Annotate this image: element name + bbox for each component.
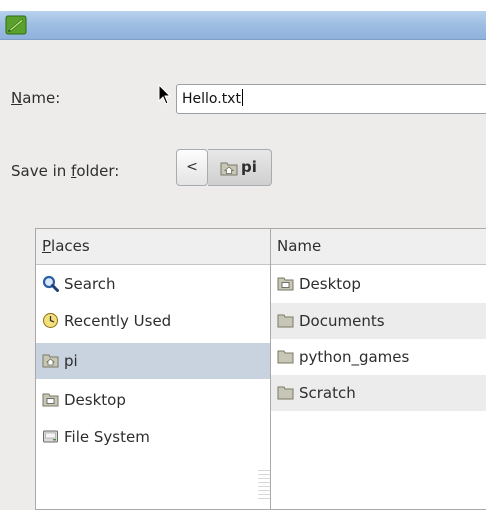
save-in-folder-label: Save in folder: bbox=[11, 162, 120, 180]
places-item-desktop[interactable]: Desktop bbox=[36, 382, 271, 418]
files-pane[interactable]: Name Desktop Documents python_games Scra… bbox=[270, 228, 486, 510]
places-header[interactable]: Places bbox=[36, 229, 271, 265]
title-bar[interactable] bbox=[0, 11, 486, 40]
home-folder-icon bbox=[220, 162, 238, 176]
filename-input[interactable]: Hello.txt bbox=[176, 84, 486, 114]
folder-icon bbox=[277, 350, 294, 364]
places-item-recently-used[interactable]: Recently Used bbox=[36, 303, 271, 339]
leafpad-app-icon bbox=[5, 15, 27, 35]
text-caret bbox=[241, 89, 243, 106]
path-button-pi[interactable]: pi bbox=[208, 149, 272, 186]
places-pane[interactable]: Places Search Recently Used pi Desktop F… bbox=[35, 228, 272, 510]
chevron-left-icon: < bbox=[186, 159, 198, 175]
path-button-label: pi bbox=[241, 158, 257, 176]
name-column-header[interactable]: Name bbox=[271, 229, 486, 265]
filename-value: Hello.txt bbox=[182, 91, 241, 107]
home-folder-icon bbox=[42, 354, 59, 368]
magnifier-icon bbox=[42, 275, 59, 292]
folder-icon bbox=[277, 386, 294, 400]
pane-resize-handle[interactable] bbox=[258, 470, 270, 499]
clock-icon bbox=[43, 313, 58, 328]
desktop-folder-icon bbox=[277, 277, 294, 291]
file-row-python-games[interactable]: python_games bbox=[271, 339, 486, 375]
places-item-search[interactable]: Search bbox=[36, 266, 271, 302]
places-item-pi[interactable]: pi bbox=[36, 343, 271, 379]
folder-icon bbox=[277, 314, 294, 328]
drive-icon bbox=[43, 430, 58, 443]
file-row-documents[interactable]: Documents bbox=[271, 303, 486, 339]
places-item-file-system[interactable]: File System bbox=[36, 419, 271, 455]
file-row-desktop[interactable]: Desktop bbox=[271, 266, 486, 302]
mouse-pointer-icon bbox=[158, 84, 172, 105]
name-label: Name: bbox=[11, 89, 61, 107]
top-strip bbox=[0, 0, 486, 11]
desktop-folder-icon bbox=[42, 393, 59, 407]
path-back-button[interactable]: < bbox=[176, 149, 208, 186]
file-row-scratch[interactable]: Scratch bbox=[271, 375, 486, 411]
